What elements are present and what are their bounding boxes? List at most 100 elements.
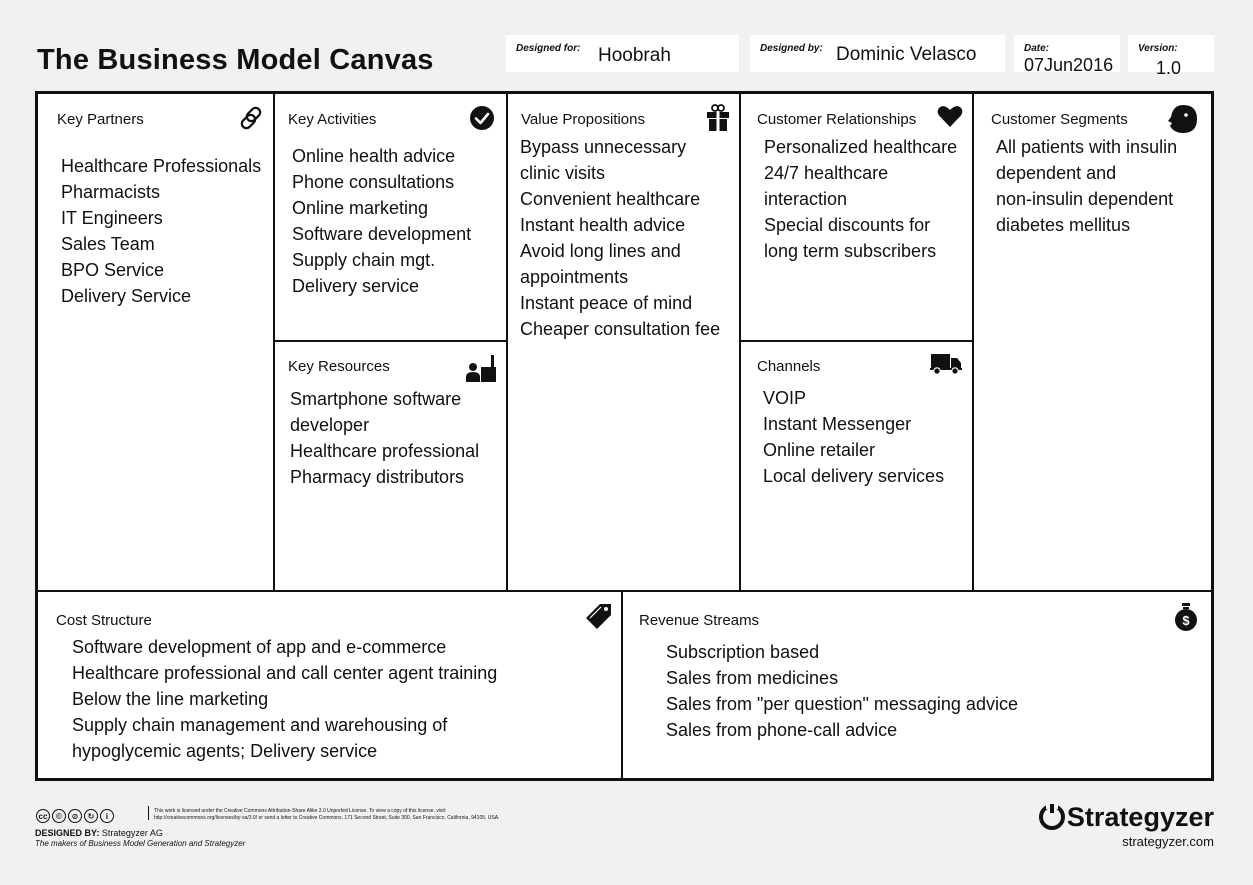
license-text: This work is licensed under the Creative… (154, 808, 499, 822)
divider (506, 94, 508, 591)
list-item: Sales from "per question" messaging advi… (666, 694, 1018, 714)
list-item: Online retailer (763, 440, 876, 460)
list-item: All patients with insulin (996, 137, 1178, 157)
list-item: Supply chain management and warehousing … (72, 715, 448, 735)
designed-for-label: Designed for: (516, 43, 581, 54)
list-item: Delivery service (292, 276, 420, 296)
list-item: non-insulin dependent (996, 189, 1174, 209)
designed-by-label: Designed by: (760, 43, 823, 54)
customer-relationships-title: Customer Relationships (757, 111, 917, 128)
divider (972, 94, 974, 591)
strategyzer-logo: Strategyzer (1038, 801, 1214, 833)
share-icon: © (52, 809, 66, 823)
version-label: Version: (1138, 43, 1178, 54)
license-line: http://creativecommons.org/licenses/by-s… (154, 815, 500, 821)
list-item: Sales Team (61, 234, 155, 254)
version-value: 1.0 (1156, 58, 1182, 78)
list-item: developer (290, 415, 370, 435)
list-item: Subscription based (666, 642, 820, 662)
list-item: Supply chain mgt. (292, 250, 436, 270)
cost-structure-title: Cost Structure (56, 612, 152, 629)
designed-by-field[interactable]: Designed by: Dominic Velasco (750, 35, 1005, 72)
version-field[interactable]: Version: 1.0 (1128, 35, 1214, 78)
date-value: 07Jun2016 (1024, 55, 1114, 75)
revenue-streams-title: Revenue Streams (639, 612, 760, 629)
list-item: Online marketing (292, 198, 429, 218)
list-item: interaction (764, 189, 848, 209)
designed-by-credit-label: DESIGNED BY: (35, 828, 100, 838)
key-resources-list: Smartphone software developer Healthcare… (290, 386, 479, 490)
list-item: Online health advice (292, 146, 456, 166)
list-item: long term subscribers (764, 241, 937, 261)
customer-segments-list: All patients with insulin dependent and … (996, 134, 1177, 238)
value-propositions-title: Value Propositions (521, 111, 645, 128)
divider (739, 94, 741, 591)
face-icon (1168, 105, 1197, 133)
designed-for-field[interactable]: Designed for: Hoobrah (506, 35, 739, 72)
key-activities-title: Key Activities (288, 111, 377, 128)
attribution-icon: i (100, 809, 114, 823)
list-item: VOIP (763, 388, 807, 408)
list-item: Local delivery services (763, 466, 945, 486)
list-item: Instant health advice (520, 215, 686, 235)
list-item: Below the line marketing (72, 689, 269, 709)
designed-by-credit: DESIGNED BY: Strategyzer AG (35, 828, 163, 838)
key-partners-list: Healthcare Professionals Pharmacists IT … (61, 153, 261, 309)
list-item: Personalized healthcare (764, 137, 958, 157)
list-item: Pharmacy distributors (290, 467, 465, 487)
list-item: Healthcare professional and call center … (72, 663, 498, 683)
customer-relationships-list: Personalized healthcare 24/7 healthcare … (764, 134, 957, 264)
business-model-canvas: Key Partners Healthcare Professionals Ph… (35, 91, 1214, 781)
list-item: clinic visits (520, 163, 606, 183)
list-item: Pharmacists (61, 182, 161, 202)
divider (38, 590, 1211, 592)
key-partners-title: Key Partners (57, 111, 144, 128)
designed-by-credit-value: Strategyzer AG (101, 828, 163, 838)
list-item: Bypass unnecessary (520, 137, 687, 157)
value-propositions-list: Bypass unnecessary clinic visits Conveni… (520, 134, 720, 342)
customer-segments-title: Customer Segments (991, 111, 1128, 128)
nc-icon: ⊘ (68, 809, 82, 823)
strategyzer-logo-icon (1038, 803, 1065, 830)
strategyzer-wordmark: Strategyzer (1066, 801, 1214, 832)
designed-for-value: Hoobrah (598, 45, 671, 66)
list-item: Cheaper consultation fee (520, 319, 721, 339)
list-item: Convenient healthcare (520, 189, 701, 209)
license-icons: cc © ⊘ ↻ i (36, 806, 116, 824)
checkmark-icon (470, 106, 494, 130)
cc-icon: cc (36, 809, 50, 823)
list-item: Smartphone software (290, 389, 462, 409)
money-bag-icon: $ (1175, 603, 1197, 631)
date-label: Date: (1024, 43, 1050, 54)
cost-structure-list: Software development of app and e-commer… (72, 634, 497, 764)
heart-icon (937, 106, 963, 127)
gift-icon (707, 104, 729, 131)
list-item: appointments (520, 267, 629, 287)
divider (273, 94, 275, 591)
divider (148, 806, 149, 820)
strategyzer-url[interactable]: strategyzer.com (1122, 834, 1214, 849)
date-field[interactable]: Date: 07Jun2016 (1014, 35, 1120, 75)
list-item: 24/7 healthcare (764, 163, 889, 183)
list-item: diabetes mellitus (996, 215, 1131, 235)
list-item: Avoid long lines and (520, 241, 681, 261)
tagline: The makers of Business Model Generation … (35, 839, 246, 848)
list-item: Software development of app and e-commer… (72, 637, 447, 657)
page-title: The Business Model Canvas (37, 44, 434, 76)
key-resources-title: Key Resources (288, 358, 390, 375)
list-item: hypoglycemic agents; Delivery service (72, 741, 378, 761)
list-item: Phone consultations (292, 172, 455, 192)
list-item: Sales from medicines (666, 668, 839, 688)
list-item: Instant Messenger (763, 414, 912, 434)
revenue-streams-list: Subscription based Sales from medicines … (666, 639, 1018, 743)
list-item: dependent and (996, 163, 1117, 183)
price-tag-icon (586, 604, 611, 629)
list-item: Healthcare Professionals (61, 156, 262, 176)
list-item: Instant peace of mind (520, 293, 693, 313)
list-item: Delivery Service (61, 286, 192, 306)
truck-icon (930, 354, 962, 375)
divider (739, 340, 974, 342)
license-line: This work is licensed under the Creative… (154, 808, 447, 814)
divider (621, 590, 623, 778)
list-item: Healthcare professional (290, 441, 480, 461)
